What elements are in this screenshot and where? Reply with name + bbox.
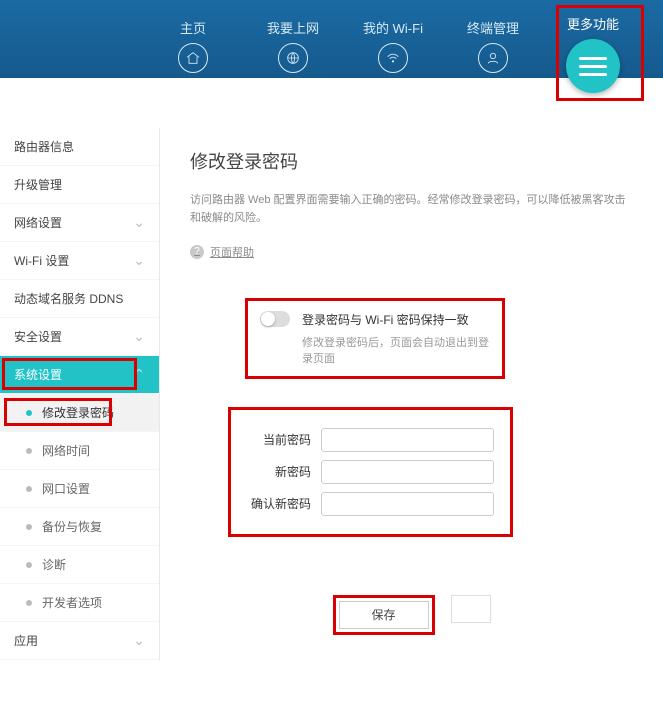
nav-wifi[interactable]: 我的 Wi-Fi: [343, 0, 443, 78]
confirm-password-input[interactable]: [321, 492, 494, 516]
chevron-up-icon: ⌃: [133, 366, 145, 383]
chevron-down-icon: ⌄: [133, 632, 145, 649]
globe-icon: [278, 43, 308, 73]
top-nav: 主页 我要上网 我的 Wi-Fi 终端管理 更多功能: [0, 0, 663, 78]
highlight-save: 保存: [333, 595, 435, 635]
sidebar-item-router-info[interactable]: 路由器信息: [0, 128, 159, 166]
sidebar: 路由器信息 升级管理 网络设置⌄ Wi-Fi 设置⌄ 动态域名服务 DDNS 安…: [0, 128, 160, 660]
bullet-icon: [26, 524, 32, 530]
current-password-input[interactable]: [321, 428, 494, 452]
nav-internet[interactable]: 我要上网: [243, 0, 343, 78]
new-password-label: 新密码: [247, 463, 311, 480]
sidebar-item-ddns[interactable]: 动态域名服务 DDNS: [0, 280, 159, 318]
page-title: 修改登录密码: [190, 148, 633, 174]
chevron-down-icon: ⌄: [133, 252, 145, 269]
bullet-icon: [26, 410, 32, 416]
nav-clients[interactable]: 终端管理: [443, 0, 543, 78]
nav-wifi-label: 我的 Wi-Fi: [343, 18, 443, 37]
sidebar-sub-backup[interactable]: 备份与恢复: [0, 508, 159, 546]
sidebar-item-network[interactable]: 网络设置⌄: [0, 204, 159, 242]
password-form: 当前密码 新密码 确认新密码: [228, 407, 513, 537]
sidebar-item-system[interactable]: 系统设置 ⌃: [0, 356, 159, 394]
bullet-icon: [26, 600, 32, 606]
toggle-title: 登录密码与 Wi-Fi 密码保持一致: [302, 311, 469, 328]
sidebar-sub-developer[interactable]: 开发者选项: [0, 584, 159, 622]
sidebar-sub-port[interactable]: 网口设置: [0, 470, 159, 508]
sidebar-sub-change-password[interactable]: 修改登录密码: [0, 394, 159, 432]
action-row: 保存: [190, 595, 633, 635]
new-password-input[interactable]: [321, 460, 494, 484]
bullet-icon: [26, 486, 32, 492]
sidebar-item-security[interactable]: 安全设置⌄: [0, 318, 159, 356]
user-icon: [478, 43, 508, 73]
main-content: 修改登录密码 访问路由器 Web 配置界面需要输入正确的密码。经常修改登录密码，…: [160, 128, 663, 660]
nav-home-label: 主页: [143, 18, 243, 37]
chevron-down-icon: ⌄: [133, 328, 145, 345]
page-help-link[interactable]: ? 页面帮助: [190, 244, 254, 260]
home-icon: [178, 43, 208, 73]
sidebar-sub-network-time[interactable]: 网络时间: [0, 432, 159, 470]
nav-clients-label: 终端管理: [443, 18, 543, 37]
highlight-more: [557, 6, 643, 100]
secondary-button[interactable]: [451, 595, 491, 623]
sync-password-toggle[interactable]: [260, 311, 290, 327]
sidebar-item-upgrade[interactable]: 升级管理: [0, 166, 159, 204]
nav-internet-label: 我要上网: [243, 18, 343, 37]
bullet-icon: [26, 448, 32, 454]
toggle-panel: 登录密码与 Wi-Fi 密码保持一致 修改登录密码后，页面会自动退出到登录页面: [245, 298, 505, 379]
save-button[interactable]: 保存: [339, 601, 429, 629]
sidebar-item-apps[interactable]: 应用⌄: [0, 622, 159, 660]
toggle-subtitle: 修改登录密码后，页面会自动退出到登录页面: [302, 334, 490, 366]
sidebar-sub-diagnose[interactable]: 诊断: [0, 546, 159, 584]
sidebar-item-wifi[interactable]: Wi-Fi 设置⌄: [0, 242, 159, 280]
wifi-icon: [378, 43, 408, 73]
chevron-down-icon: ⌄: [133, 214, 145, 231]
confirm-password-label: 确认新密码: [247, 495, 311, 512]
page-description: 访问路由器 Web 配置界面需要输入正确的密码。经常修改登录密码，可以降低被黑客…: [190, 192, 633, 227]
question-icon: ?: [190, 245, 204, 259]
nav-home[interactable]: 主页: [143, 0, 243, 78]
layout: 路由器信息 升级管理 网络设置⌄ Wi-Fi 设置⌄ 动态域名服务 DDNS 安…: [0, 128, 663, 660]
current-password-label: 当前密码: [247, 431, 311, 448]
bullet-icon: [26, 562, 32, 568]
page-help-label: 页面帮助: [210, 244, 254, 260]
